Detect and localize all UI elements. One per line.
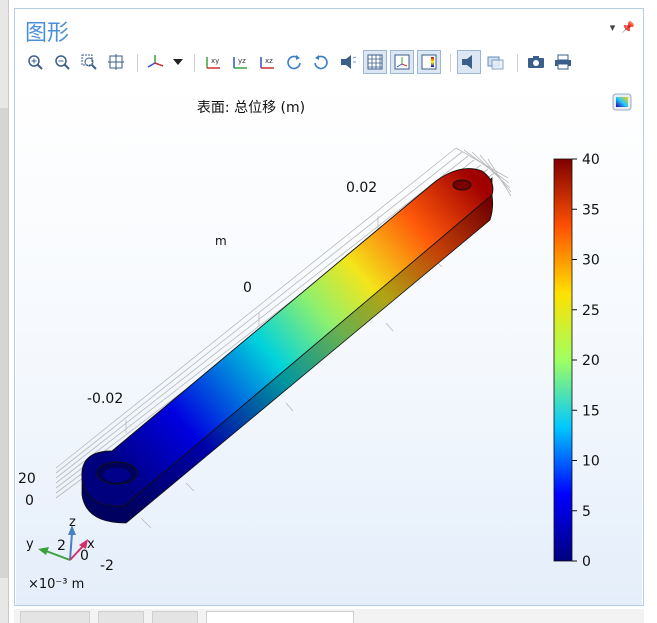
rotate-ccw-icon[interactable]: [309, 50, 333, 74]
graphics-window: 图形 ▾ 📌 xy yz xz 表面: 总位移 (m) 0.02 m 0 -0.…: [14, 8, 644, 606]
bottom-tab-bar: [14, 609, 644, 623]
beam-hole-right: [452, 179, 472, 191]
headlight-icon[interactable]: [336, 50, 360, 74]
colorbar-tick-label: 30: [582, 253, 600, 269]
colorbar-tick-label: 25: [582, 303, 600, 319]
go-to-default-view-icon[interactable]: [144, 50, 168, 74]
tick-label: 0.02: [346, 180, 377, 196]
bottom-tab-active[interactable]: [206, 611, 354, 623]
xy-view-icon[interactable]: xy: [201, 50, 225, 74]
plot-svg: 0.02 m 0 -0.02 20 0 2 0 -2 z y x ×10⁻³ m: [18, 147, 600, 592]
colorbar-gradient: [553, 158, 573, 562]
legend-icon[interactable]: [417, 50, 441, 74]
xz-view-icon[interactable]: xz: [255, 50, 279, 74]
svg-text:yz: yz: [238, 57, 246, 65]
tick-label: 20: [18, 471, 36, 487]
beam-top-face: [81, 168, 494, 507]
colorbar-tick-label: 10: [582, 454, 600, 470]
left-panel-selection: [0, 108, 8, 578]
colorbar-tick-label: 15: [582, 403, 600, 419]
graphics-canvas[interactable]: 表面: 总位移 (m) 0.02 m 0 -0.02 20 0 2 0 -2 z…: [16, 83, 642, 605]
tick-label: 0: [243, 280, 252, 296]
axis-unit-label: m: [215, 234, 227, 248]
rotate-cw-icon[interactable]: [282, 50, 306, 74]
toolbar-separator: [511, 50, 521, 74]
tick-label: 2: [57, 538, 66, 554]
scale-label: ×10⁻³ m: [28, 577, 84, 592]
toolbar-separator: [131, 50, 141, 74]
left-panel-edge: [0, 0, 9, 623]
colorbar-tick-label: 35: [582, 202, 600, 218]
bottom-tab[interactable]: [20, 611, 90, 623]
colorbar-tick-label: 0: [582, 554, 591, 570]
tick-label: 0: [25, 493, 34, 509]
colorbar-tick-label: 40: [582, 152, 600, 168]
axis-orientation-icon[interactable]: [390, 50, 414, 74]
beam-hole-left-inner: [103, 468, 131, 482]
zoom-out-icon[interactable]: [50, 50, 74, 74]
svg-text:xz: xz: [265, 57, 273, 65]
tick-label: -2: [100, 558, 114, 574]
svg-text:xy: xy: [211, 57, 219, 65]
graphics-toolbar: xy yz xz: [23, 49, 575, 75]
triad-y-label: y: [26, 537, 34, 552]
bottom-tab[interactable]: [98, 611, 144, 623]
toolbar-separator: [444, 50, 454, 74]
triad-z-label: z: [69, 515, 76, 530]
zoom-box-icon[interactable]: [77, 50, 101, 74]
zoom-extents-icon[interactable]: [104, 50, 128, 74]
pin-icon[interactable]: 📌: [621, 21, 635, 34]
transparency-icon[interactable]: [484, 50, 508, 74]
print-icon[interactable]: [551, 50, 575, 74]
panel-title: 图形: [25, 21, 70, 46]
dropdown-arrow-icon[interactable]: [171, 50, 185, 74]
bottom-tab[interactable]: [152, 611, 198, 623]
toolbar-separator: [188, 50, 198, 74]
tick-label: -0.02: [87, 391, 123, 407]
zoom-in-icon[interactable]: [23, 50, 47, 74]
colorbar-tick-label: 5: [582, 504, 591, 520]
lights-icon[interactable]: [457, 50, 481, 74]
panel-menu-icon[interactable]: ▾: [610, 21, 616, 34]
yz-view-icon[interactable]: yz: [228, 50, 252, 74]
colorbar: 40 35 30 25 20 15 10 5 0: [553, 152, 600, 570]
grid-icon[interactable]: [363, 50, 387, 74]
panel-controls: ▾ 📌: [610, 21, 635, 34]
triad-x-label: x: [87, 537, 95, 552]
camera-icon[interactable]: [524, 50, 548, 74]
colorbar-tick-label: 20: [582, 353, 600, 369]
